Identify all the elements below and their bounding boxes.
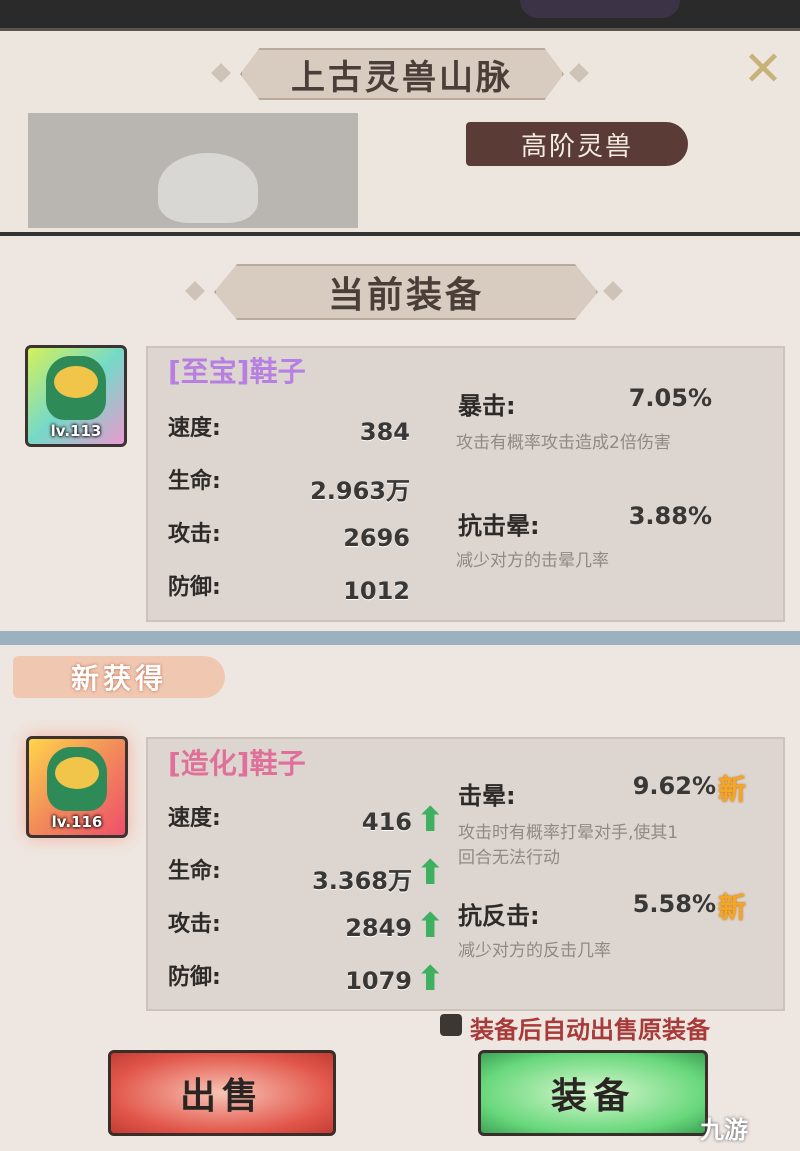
dialog-title-banner: 上古灵兽山脉 <box>240 48 564 100</box>
attr-value-crit: 7.05% <box>628 384 712 412</box>
attr-label-crit: 暴击: <box>458 392 516 420</box>
up-arrow-icon: ⬆ <box>416 853 445 893</box>
stat-value-defense: 1012 <box>343 577 410 605</box>
new-attr-value-counter-resist: 5.58% <box>632 890 716 918</box>
new-attr-desc-counter-resist: 减少对方的反击几率 <box>458 941 611 961</box>
new-stat-label-hp: 生命: <box>168 859 221 884</box>
new-attr-tag: 新 <box>718 773 747 806</box>
stat-label-defense: 防御: <box>168 575 221 600</box>
new-stat-value-speed: 416 <box>361 808 412 836</box>
top-game-strip <box>0 0 800 30</box>
section-divider <box>0 631 800 645</box>
new-stat-label-speed: 速度: <box>168 806 221 831</box>
auto-sell-checkbox[interactable] <box>440 1014 462 1036</box>
stat-value-attack: 2696 <box>343 524 410 552</box>
attr-desc-crit: 攻击有概率攻击造成2倍伤害 <box>456 433 671 453</box>
new-stat-label-defense: 防御: <box>168 965 221 990</box>
up-arrow-icon: ⬆ <box>416 800 445 840</box>
new-obtained-badge: 新获得 <box>13 656 225 698</box>
watermark-logo: 九游 <box>700 1116 748 1144</box>
new-attr-desc-stun-1: 攻击时有概率打晕对手,使其1 <box>458 823 679 843</box>
up-arrow-icon: ⬆ <box>416 959 445 999</box>
new-level-label: lv.116 <box>51 813 103 831</box>
new-attr-label-counter-resist: 抗反击: <box>458 902 540 930</box>
new-stat-value-attack: 2849 <box>345 914 412 942</box>
attr-desc-stun-resist: 减少对方的击晕几率 <box>456 551 609 571</box>
tier-tag: 高阶灵兽 <box>466 122 688 166</box>
new-attr-desc-stun-2: 回合无法行动 <box>458 848 560 868</box>
new-equipment-name: [造化]鞋子 <box>168 747 306 780</box>
stat-value-hp: 2.963万 <box>310 477 410 505</box>
stat-value-speed: 384 <box>359 418 410 446</box>
attr-label-stun-resist: 抗击晕: <box>458 512 540 540</box>
new-attr-label-stun: 击晕: <box>458 782 516 810</box>
current-level-label: lv.113 <box>50 422 102 440</box>
current-equipment-name: [至宝]鞋子 <box>168 355 306 388</box>
new-attr-value-stun: 9.62% <box>632 772 716 800</box>
equip-button[interactable]: 装备 <box>478 1050 708 1136</box>
new-shoes-icon[interactable]: lv.116 <box>26 736 128 838</box>
stat-label-speed: 速度: <box>168 416 221 441</box>
new-stat-label-attack: 攻击: <box>168 912 221 937</box>
current-shoes-icon[interactable]: lv.113 <box>25 345 127 447</box>
auto-sell-label[interactable]: 装备后自动出售原装备 <box>470 1010 710 1045</box>
tree-icon <box>158 153 258 223</box>
new-stat-value-defense: 1079 <box>345 967 412 995</box>
new-stat-value-hp: 3.368万 <box>312 867 412 895</box>
new-attr-tag: 新 <box>718 891 747 924</box>
sell-button[interactable]: 出售 <box>108 1050 336 1136</box>
scene-image <box>28 113 358 228</box>
stat-label-hp: 生命: <box>168 469 221 494</box>
current-equipment-header: 当前装备 <box>214 264 598 320</box>
attr-value-stun-resist: 3.88% <box>628 502 712 530</box>
stat-label-attack: 攻击: <box>168 522 221 547</box>
up-arrow-icon: ⬆ <box>416 906 445 946</box>
close-icon[interactable]: ✕ <box>738 44 788 94</box>
